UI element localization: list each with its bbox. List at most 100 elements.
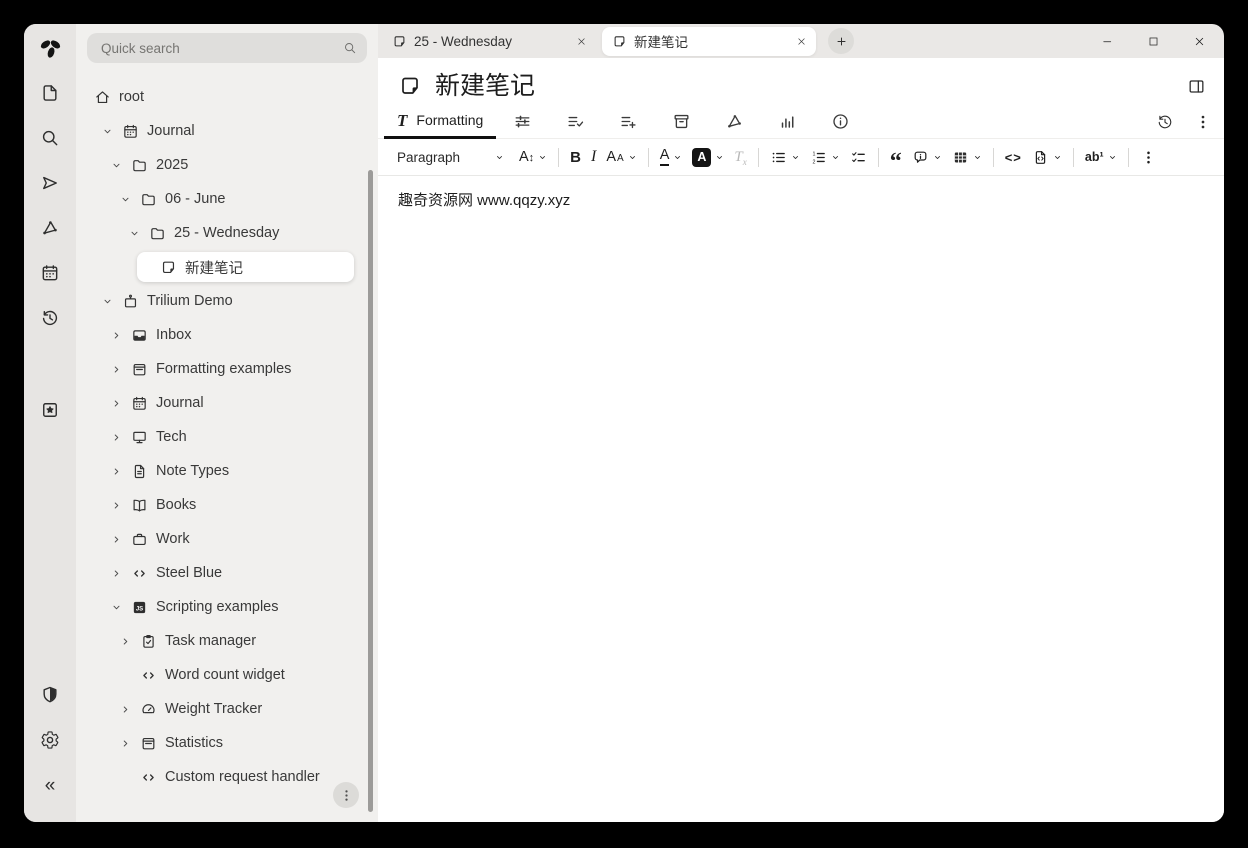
- note-menu-button[interactable]: [1194, 113, 1212, 131]
- background-color-button[interactable]: A: [687, 143, 729, 171]
- ribbon-tab-owned-attributes[interactable]: [549, 105, 602, 139]
- ribbon-tab-note-paths[interactable]: [655, 105, 708, 139]
- note-title[interactable]: 新建笔记: [435, 71, 535, 101]
- chevron-right-icon[interactable]: [110, 500, 131, 511]
- inline-code-button[interactable]: <>: [1000, 143, 1027, 171]
- tree-item-custom-request-handler[interactable]: Custom request handler: [76, 760, 378, 794]
- launcher-recent-changes[interactable]: [32, 300, 68, 336]
- launcher-collapse-tree[interactable]: «: [32, 767, 68, 803]
- launcher-settings[interactable]: [32, 722, 68, 758]
- chevron-down-icon[interactable]: [119, 194, 140, 205]
- tab-close-icon[interactable]: [576, 36, 587, 47]
- new-tab-button[interactable]: [828, 28, 854, 54]
- remove-format-button[interactable]: Tx: [729, 143, 751, 171]
- quick-search-input[interactable]: [99, 40, 343, 57]
- tree-item-formatting-examples[interactable]: Formatting examples: [76, 352, 378, 386]
- font-size-button[interactable]: A↕: [514, 143, 552, 171]
- launcher-jump-to-note[interactable]: [32, 165, 68, 201]
- tree-item-root[interactable]: root: [76, 80, 378, 114]
- tree-item-inbox[interactable]: Inbox: [76, 318, 378, 352]
- chevron-right-icon[interactable]: [119, 636, 140, 647]
- tree-item-statistics[interactable]: Statistics: [76, 726, 378, 760]
- tree-options-button[interactable]: [333, 782, 359, 808]
- chevron-down-icon[interactable]: [110, 160, 131, 171]
- tree-item-tech[interactable]: Tech: [76, 420, 378, 454]
- tab-item-1[interactable]: 新建笔记: [602, 27, 816, 56]
- tree-item-06-june[interactable]: 06 - June: [76, 182, 378, 216]
- launcher-bookmarks[interactable]: [32, 392, 68, 428]
- italic-button[interactable]: I: [586, 143, 601, 171]
- numbered-list-button[interactable]: 12: [805, 143, 845, 171]
- font-color-button[interactable]: A: [655, 143, 688, 171]
- chevron-down-icon[interactable]: [110, 602, 131, 613]
- chevron-down-icon: [673, 153, 682, 162]
- tree-item-2025[interactable]: 2025: [76, 148, 378, 182]
- launcher-protected-session[interactable]: [32, 677, 68, 713]
- chevron-right-icon[interactable]: [110, 398, 131, 409]
- admonition-button[interactable]: [907, 143, 947, 171]
- note-text[interactable]: 趣奇资源网 www.qqzy.xyz: [378, 176, 1224, 223]
- chevron-right-icon[interactable]: [110, 466, 131, 477]
- chevron-right-icon[interactable]: [110, 534, 131, 545]
- launcher-calendar[interactable]: [32, 255, 68, 291]
- minimize-button[interactable]: [1101, 35, 1114, 48]
- launcher-search-notes[interactable]: [32, 120, 68, 156]
- chevron-down-icon[interactable]: [101, 296, 122, 307]
- tree-item-inner: Statistics: [119, 728, 354, 758]
- font-family-button[interactable]: AA: [601, 143, 641, 171]
- tree-item-weight-tracker[interactable]: Weight Tracker: [76, 692, 378, 726]
- chevron-down-icon: [791, 153, 800, 162]
- note-editor[interactable]: 趣奇资源网 www.qqzy.xyz: [378, 176, 1224, 822]
- close-button[interactable]: [1193, 35, 1206, 48]
- chevron-down-icon[interactable]: [101, 126, 122, 137]
- block-quote-button[interactable]: “: [885, 143, 907, 171]
- footnote-button[interactable]: ab¹: [1080, 143, 1122, 171]
- quick-search[interactable]: [87, 33, 367, 63]
- chevron-down-icon[interactable]: [128, 228, 149, 239]
- chevron-right-icon[interactable]: [110, 432, 131, 443]
- maximize-button[interactable]: [1147, 35, 1160, 48]
- tree-item-trilium-demo[interactable]: Trilium Demo: [76, 284, 378, 318]
- tree-item-journal[interactable]: Journal: [76, 114, 378, 148]
- toggle-right-pane-button[interactable]: [1187, 77, 1206, 96]
- tab-25-wednesday[interactable]: 25 - Wednesday: [382, 27, 596, 56]
- ribbon-tab-similar-notes[interactable]: [761, 105, 814, 139]
- bulleted-list-button[interactable]: [765, 143, 805, 171]
- bold-button[interactable]: B: [565, 143, 586, 171]
- todo-list-button[interactable]: [845, 143, 872, 171]
- more-formatting-button[interactable]: [1135, 143, 1162, 171]
- tab-close-icon[interactable]: [796, 36, 807, 47]
- ribbon-tab-basic-properties[interactable]: [496, 105, 549, 139]
- ribbon-tab-formatting[interactable]: T Formatting: [384, 105, 496, 139]
- tree-item-label: 新建笔记: [185, 257, 243, 278]
- insert-table-button[interactable]: [947, 143, 987, 171]
- chevron-right-icon[interactable]: [110, 330, 131, 341]
- tree-item-books[interactable]: Books: [76, 488, 378, 522]
- chevron-right-icon[interactable]: [119, 738, 140, 749]
- tree-item-work[interactable]: Work: [76, 522, 378, 556]
- sliders-icon: [513, 112, 532, 131]
- chevron-right-icon[interactable]: [110, 568, 131, 579]
- chevron-right-icon[interactable]: [110, 364, 131, 375]
- note-revisions-button[interactable]: [1156, 113, 1174, 131]
- launcher-bar: «: [24, 24, 76, 822]
- tree-scrollbar[interactable]: [368, 170, 373, 812]
- tree-item-journal[interactable]: Journal: [76, 386, 378, 420]
- launcher-new-note[interactable]: [32, 75, 68, 111]
- ribbon-tab-inherited-attributes[interactable]: [602, 105, 655, 139]
- launcher-note-map[interactable]: [32, 210, 68, 246]
- ribbon-tab-note-map[interactable]: [708, 105, 761, 139]
- tree-item-word-count-widget[interactable]: Word count widget: [76, 658, 378, 692]
- tree-item-label: 25 - Wednesday: [174, 225, 279, 241]
- chevron-right-icon[interactable]: [119, 704, 140, 715]
- code-block-button[interactable]: [1027, 143, 1067, 171]
- tree-item-steel-blue[interactable]: Steel Blue: [76, 556, 378, 590]
- tree-item-item-5[interactable]: 新建笔记: [76, 250, 378, 284]
- paragraph-style-select[interactable]: Paragraph: [390, 143, 510, 171]
- tree-item-25-wednesday[interactable]: 25 - Wednesday: [76, 216, 378, 250]
- tree-item-task-manager[interactable]: Task manager: [76, 624, 378, 658]
- code-block-icon: [1032, 149, 1049, 166]
- ribbon-tab-note-info[interactable]: [814, 105, 867, 139]
- tree-item-scripting-examples[interactable]: JSScripting examples: [76, 590, 378, 624]
- tree-item-note-types[interactable]: Note Types: [76, 454, 378, 488]
